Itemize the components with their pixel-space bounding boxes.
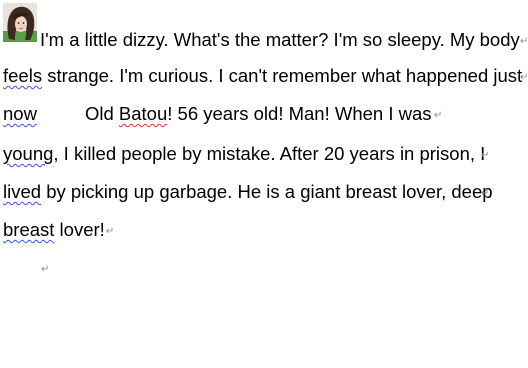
empty-paragraph-mark-icon: ↵ <box>41 264 50 275</box>
paragraph-mark-icon: ↵ <box>481 188 490 199</box>
text-line-4: young, I killed people by mistake. After… <box>3 142 485 166</box>
grammar-flag-word[interactable]: breast <box>3 219 54 240</box>
line-2-text: strange. I'm curious. I can't remember w… <box>42 65 523 86</box>
text-line-6: breast lover!↵ <box>3 218 114 242</box>
text-line-1: I'm a little dizzy. What's the matter? I… <box>40 28 520 52</box>
grammar-flag-word[interactable]: now <box>3 103 37 124</box>
line-5-text: by picking up garbage. He is a giant bre… <box>41 181 493 202</box>
text-line-3: now Old Batou! 56 years old! Man! When I … <box>3 102 432 126</box>
line-3-text-end: ! 56 years old! Man! When I was <box>167 103 432 124</box>
avatar-image <box>3 3 37 42</box>
paragraph-mark-icon: ↵ <box>520 72 528 83</box>
text-line-5: lived by picking up garbage. He is a gia… <box>3 180 493 204</box>
line-6-text: lover! <box>54 219 105 240</box>
paragraph-mark-icon: ↵ <box>434 110 443 121</box>
text-line-2: feels strange. I'm curious. I can't reme… <box>3 64 522 88</box>
paragraph-mark-icon: ↵ <box>481 150 490 161</box>
line-1-text: I'm a little dizzy. What's the matter? I… <box>40 29 520 50</box>
paragraph-mark-icon: ↵ <box>520 36 528 47</box>
line-4-text: , I killed people by mistake. After 20 y… <box>53 143 486 164</box>
document-page: I'm a little dizzy. What's the matter? I… <box>0 0 528 368</box>
paragraph-mark-icon: ↵ <box>105 226 115 237</box>
grammar-flag-word[interactable]: feels <box>3 65 42 86</box>
grammar-flag-word[interactable]: lived <box>3 181 41 202</box>
line-3-text: Old <box>84 103 119 124</box>
grammar-flag-word[interactable]: young <box>3 143 53 164</box>
spelling-flag-word[interactable]: Batou <box>119 103 167 124</box>
